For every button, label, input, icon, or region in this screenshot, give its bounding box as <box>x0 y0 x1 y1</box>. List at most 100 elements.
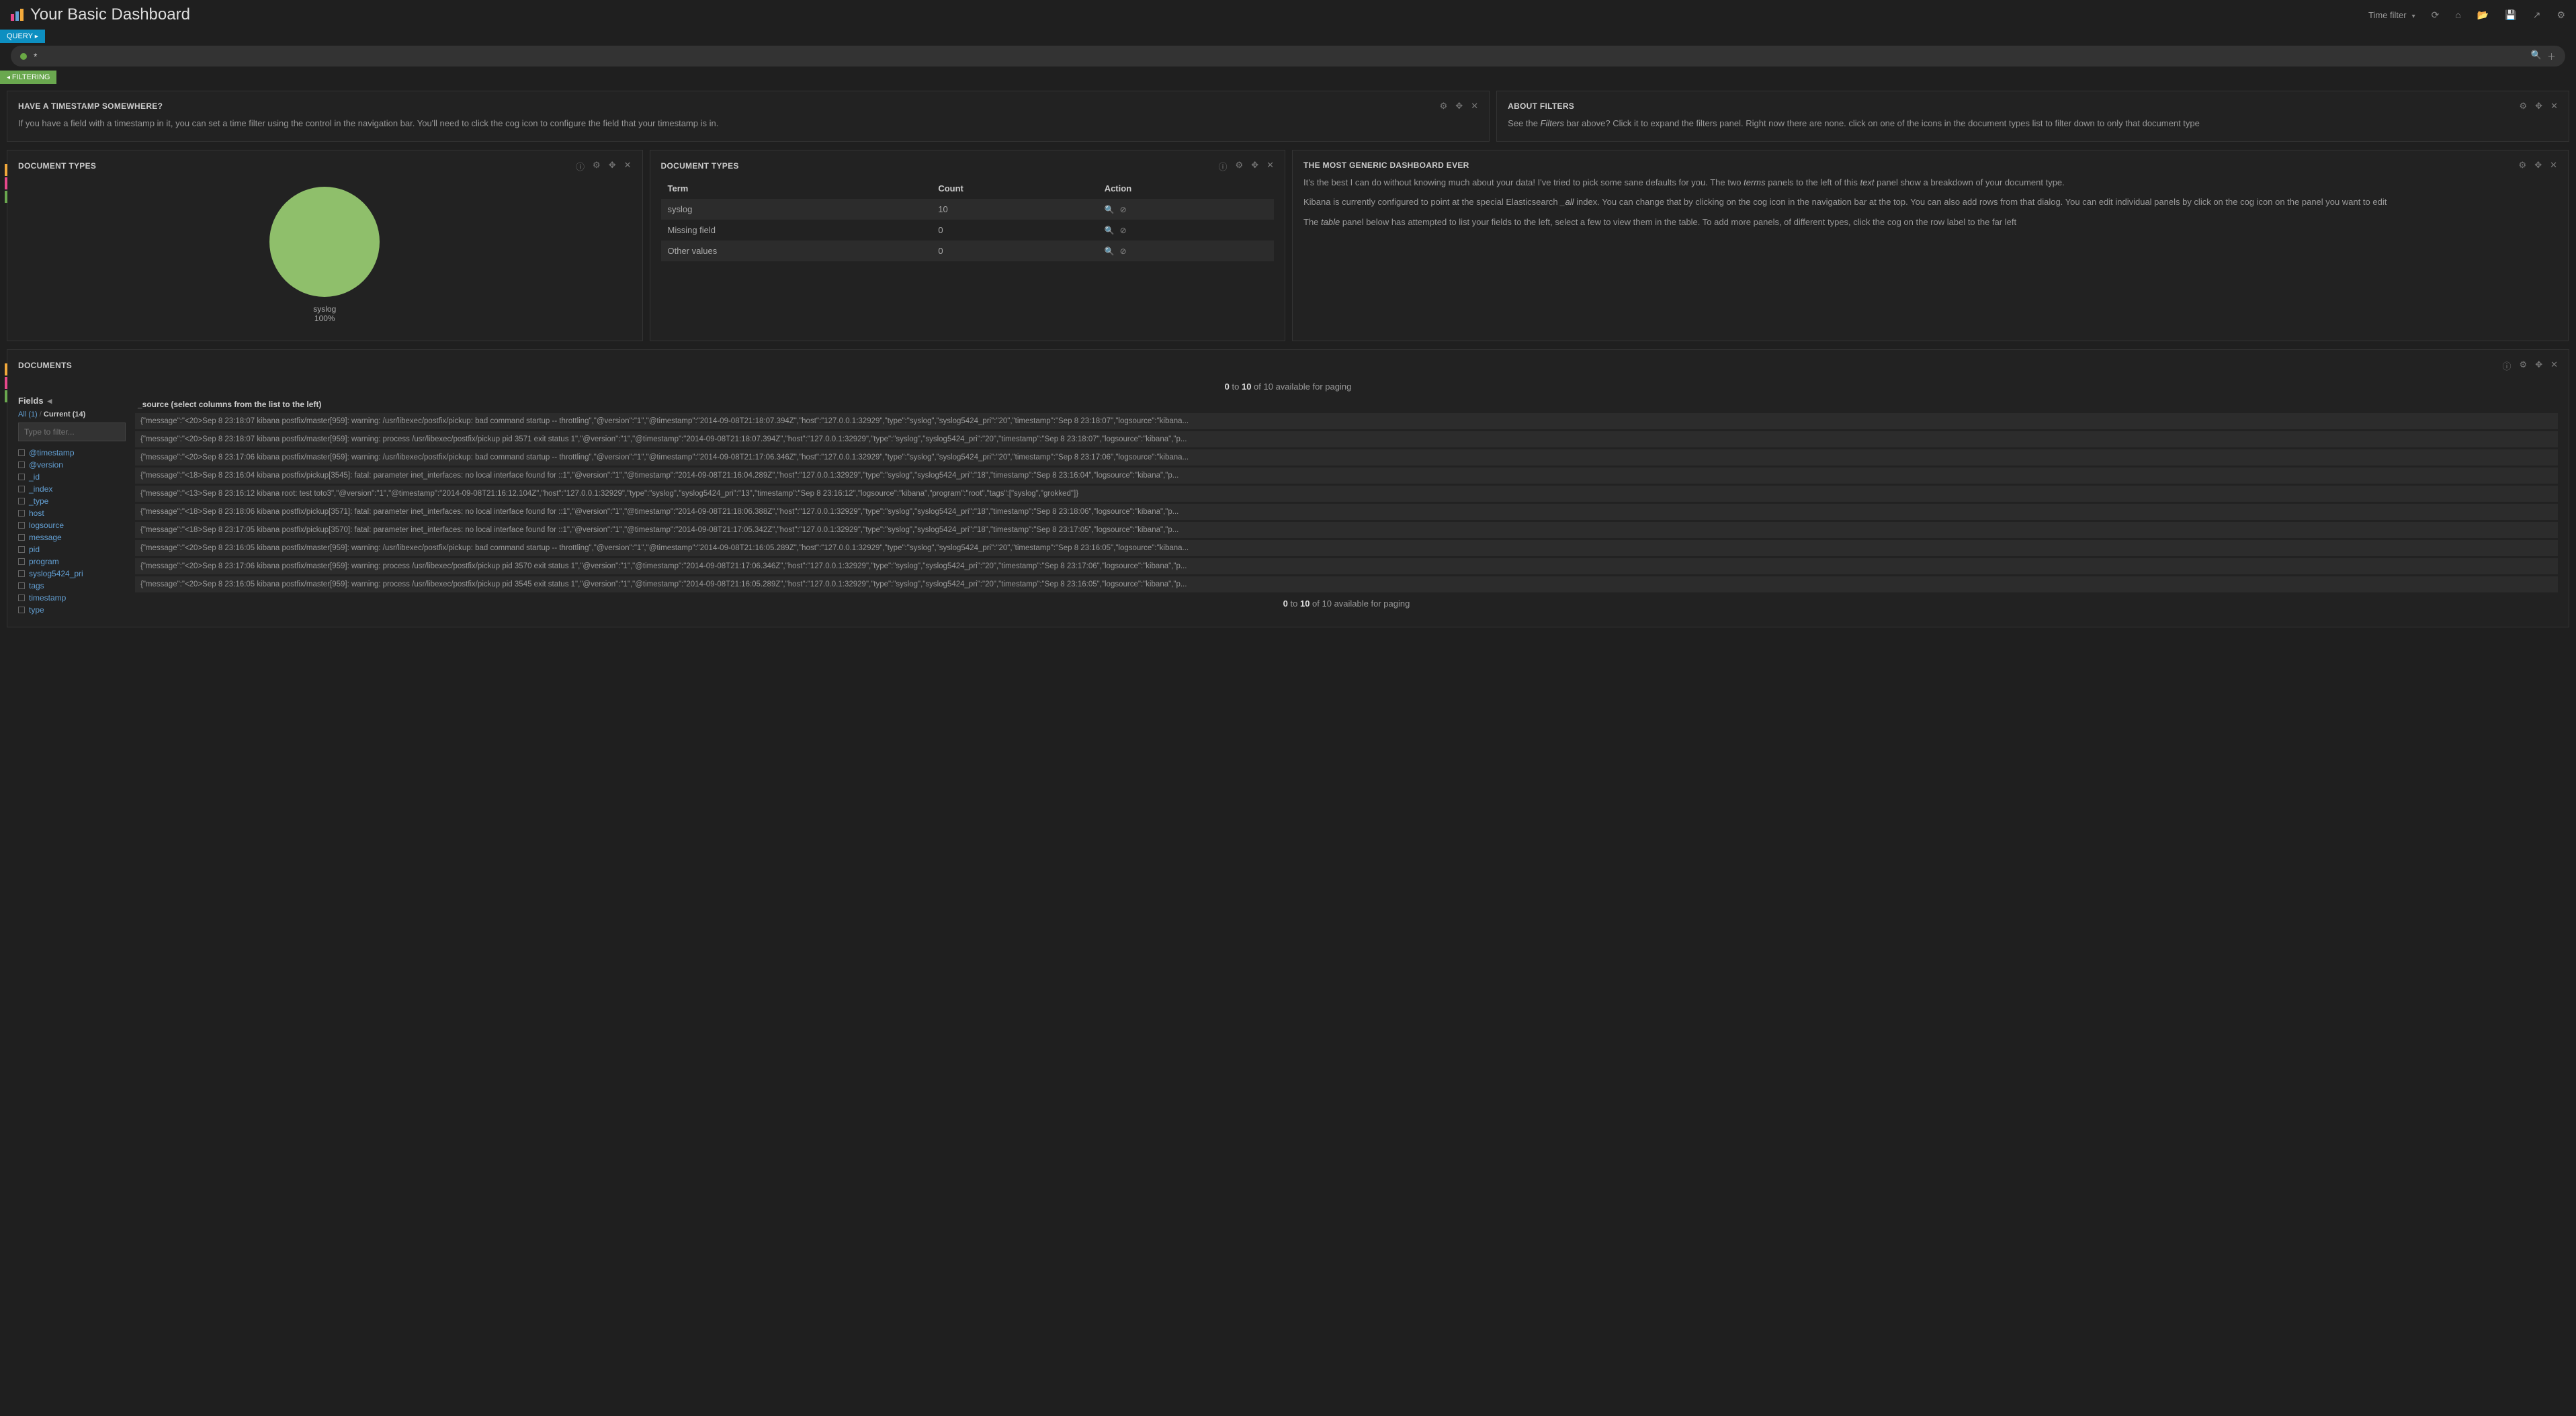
close-icon[interactable]: ✕ <box>2550 160 2557 171</box>
field-item[interactable]: timestamp <box>18 592 126 604</box>
ban-icon[interactable]: ⊘ <box>1120 205 1127 214</box>
gear-icon[interactable]: ⚙ <box>1236 160 1244 173</box>
document-row[interactable]: {"message":"<18>Sep 8 23:18:06 kibana po… <box>135 504 2558 520</box>
share-icon[interactable]: ↗ <box>2533 9 2541 21</box>
document-row[interactable]: {"message":"<20>Sep 8 23:16:05 kibana po… <box>135 540 2558 556</box>
search-icon[interactable]: 🔍 <box>1105 226 1115 235</box>
field-item[interactable]: _index <box>18 483 126 495</box>
field-item[interactable]: pid <box>18 543 126 556</box>
field-name: message <box>29 533 62 542</box>
close-icon[interactable]: ✕ <box>1266 160 1274 173</box>
info-icon[interactable]: ⓘ <box>2503 359 2511 372</box>
info-icon[interactable]: ⓘ <box>1219 160 1228 173</box>
field-item[interactable]: @timestamp <box>18 447 126 459</box>
checkbox-icon[interactable] <box>18 546 25 553</box>
document-row[interactable]: {"message":"<18>Sep 8 23:16:04 kibana po… <box>135 468 2558 484</box>
terms-table: Term Count Action syslog10🔍⊘Missing fiel… <box>661 178 1275 261</box>
term-cell: Other values <box>661 240 932 261</box>
document-row[interactable]: {"message":"<20>Sep 8 23:18:07 kibana po… <box>135 431 2558 447</box>
query-input[interactable] <box>34 51 2531 62</box>
move-icon[interactable]: ✥ <box>2535 359 2542 372</box>
checkbox-icon[interactable] <box>18 594 25 601</box>
move-icon[interactable]: ✥ <box>2534 160 2542 171</box>
checkbox-icon[interactable] <box>18 522 25 529</box>
gear-icon[interactable]: ⚙ <box>593 160 601 173</box>
move-icon[interactable]: ✥ <box>609 160 616 173</box>
document-row[interactable]: {"message":"<20>Sep 8 23:17:06 kibana po… <box>135 449 2558 466</box>
fields-heading: Fields <box>18 396 44 406</box>
count-cell: 0 <box>931 240 1097 261</box>
checkbox-icon[interactable] <box>18 570 25 577</box>
ban-icon[interactable]: ⊘ <box>1120 247 1127 256</box>
text: index. You can change that by clicking o… <box>1574 197 2387 207</box>
gear-icon[interactable]: ⚙ <box>2520 101 2528 112</box>
emphasis: terms <box>1744 177 1766 187</box>
checkbox-icon[interactable] <box>18 510 25 517</box>
panel-body-text: It's the best I can do without knowing m… <box>1303 176 2557 189</box>
close-icon[interactable]: ✕ <box>2550 101 2558 112</box>
close-icon[interactable]: ✕ <box>624 160 632 173</box>
checkbox-icon[interactable] <box>18 534 25 541</box>
count-cell: 0 <box>931 220 1097 240</box>
field-name: @timestamp <box>29 448 75 457</box>
field-item[interactable]: @version <box>18 459 126 471</box>
field-item[interactable]: type <box>18 604 126 616</box>
field-item[interactable]: host <box>18 507 126 519</box>
move-icon[interactable]: ✥ <box>1251 160 1258 173</box>
field-item[interactable]: program <box>18 556 126 568</box>
gear-icon[interactable]: ⚙ <box>2557 9 2565 21</box>
close-icon[interactable]: ✕ <box>2550 359 2558 372</box>
gear-icon[interactable]: ⚙ <box>1440 101 1448 112</box>
field-item[interactable]: _id <box>18 471 126 483</box>
query-toggle-badge[interactable]: QUERY <box>0 30 45 43</box>
pie-chart[interactable]: syslog 100% <box>267 185 382 323</box>
all-fields-link[interactable]: All (1) <box>18 410 38 418</box>
checkbox-icon[interactable] <box>18 607 25 613</box>
search-icon[interactable]: 🔍 <box>1105 247 1115 256</box>
add-query-icon[interactable]: ＋ <box>2547 50 2556 62</box>
text: to <box>1230 382 1242 392</box>
chevron-down-icon <box>2410 10 2415 20</box>
panel-title: DOCUMENT TYPES <box>661 161 1219 171</box>
home-icon[interactable]: ⌂ <box>2455 9 2460 20</box>
refresh-icon[interactable]: ⟳ <box>2432 9 2440 21</box>
field-item[interactable]: _type <box>18 495 126 507</box>
filtering-toggle-badge[interactable]: FILTERING <box>0 71 56 84</box>
field-item[interactable]: syslog5424_pri <box>18 568 126 580</box>
move-icon[interactable]: ✥ <box>2535 101 2542 112</box>
gear-icon[interactable]: ⚙ <box>2520 359 2528 372</box>
ban-icon[interactable]: ⊘ <box>1120 226 1127 235</box>
text: of 10 available for paging <box>1310 599 1410 609</box>
gear-icon[interactable]: ⚙ <box>2519 160 2527 171</box>
save-icon[interactable]: 💾 <box>2505 9 2516 21</box>
search-icon[interactable]: 🔍 <box>2531 50 2542 62</box>
field-name: program <box>29 557 59 566</box>
collapse-left-icon[interactable]: ◂ <box>48 396 52 406</box>
checkbox-icon[interactable] <box>18 449 25 456</box>
document-row[interactable]: {"message":"<20>Sep 8 23:18:07 kibana po… <box>135 413 2558 429</box>
search-icon[interactable]: 🔍 <box>1105 205 1115 214</box>
move-icon[interactable]: ✥ <box>1455 101 1463 112</box>
folder-open-icon[interactable]: 📂 <box>2477 9 2489 21</box>
checkbox-icon[interactable] <box>18 558 25 565</box>
checkbox-icon[interactable] <box>18 582 25 589</box>
field-item[interactable]: tags <box>18 580 126 592</box>
checkbox-icon[interactable] <box>18 498 25 504</box>
panel-doc-types-table: DOCUMENT TYPES ⓘ ⚙ ✥ ✕ Term Count Action… <box>650 150 1286 341</box>
document-row[interactable]: {"message":"<20>Sep 8 23:16:05 kibana po… <box>135 576 2558 592</box>
info-icon[interactable]: ⓘ <box>576 160 585 173</box>
time-filter-dropdown[interactable]: Time filter <box>2368 10 2415 20</box>
field-name: _type <box>29 496 48 506</box>
document-row[interactable]: {"message":"<20>Sep 8 23:17:06 kibana po… <box>135 558 2558 574</box>
document-row[interactable]: {"message":"<18>Sep 8 23:17:05 kibana po… <box>135 522 2558 538</box>
checkbox-icon[interactable] <box>18 461 25 468</box>
panel-timestamp-note: HAVE A TIMESTAMP SOMEWHERE? ⚙ ✥ ✕ If you… <box>7 91 1490 142</box>
close-icon[interactable]: ✕ <box>1471 101 1478 112</box>
time-filter-label: Time filter <box>2368 10 2407 20</box>
field-item[interactable]: logsource <box>18 519 126 531</box>
field-filter-input[interactable] <box>18 423 126 441</box>
checkbox-icon[interactable] <box>18 486 25 492</box>
document-row[interactable]: {"message":"<13>Sep 8 23:16:12 kibana ro… <box>135 486 2558 502</box>
field-item[interactable]: message <box>18 531 126 543</box>
checkbox-icon[interactable] <box>18 474 25 480</box>
